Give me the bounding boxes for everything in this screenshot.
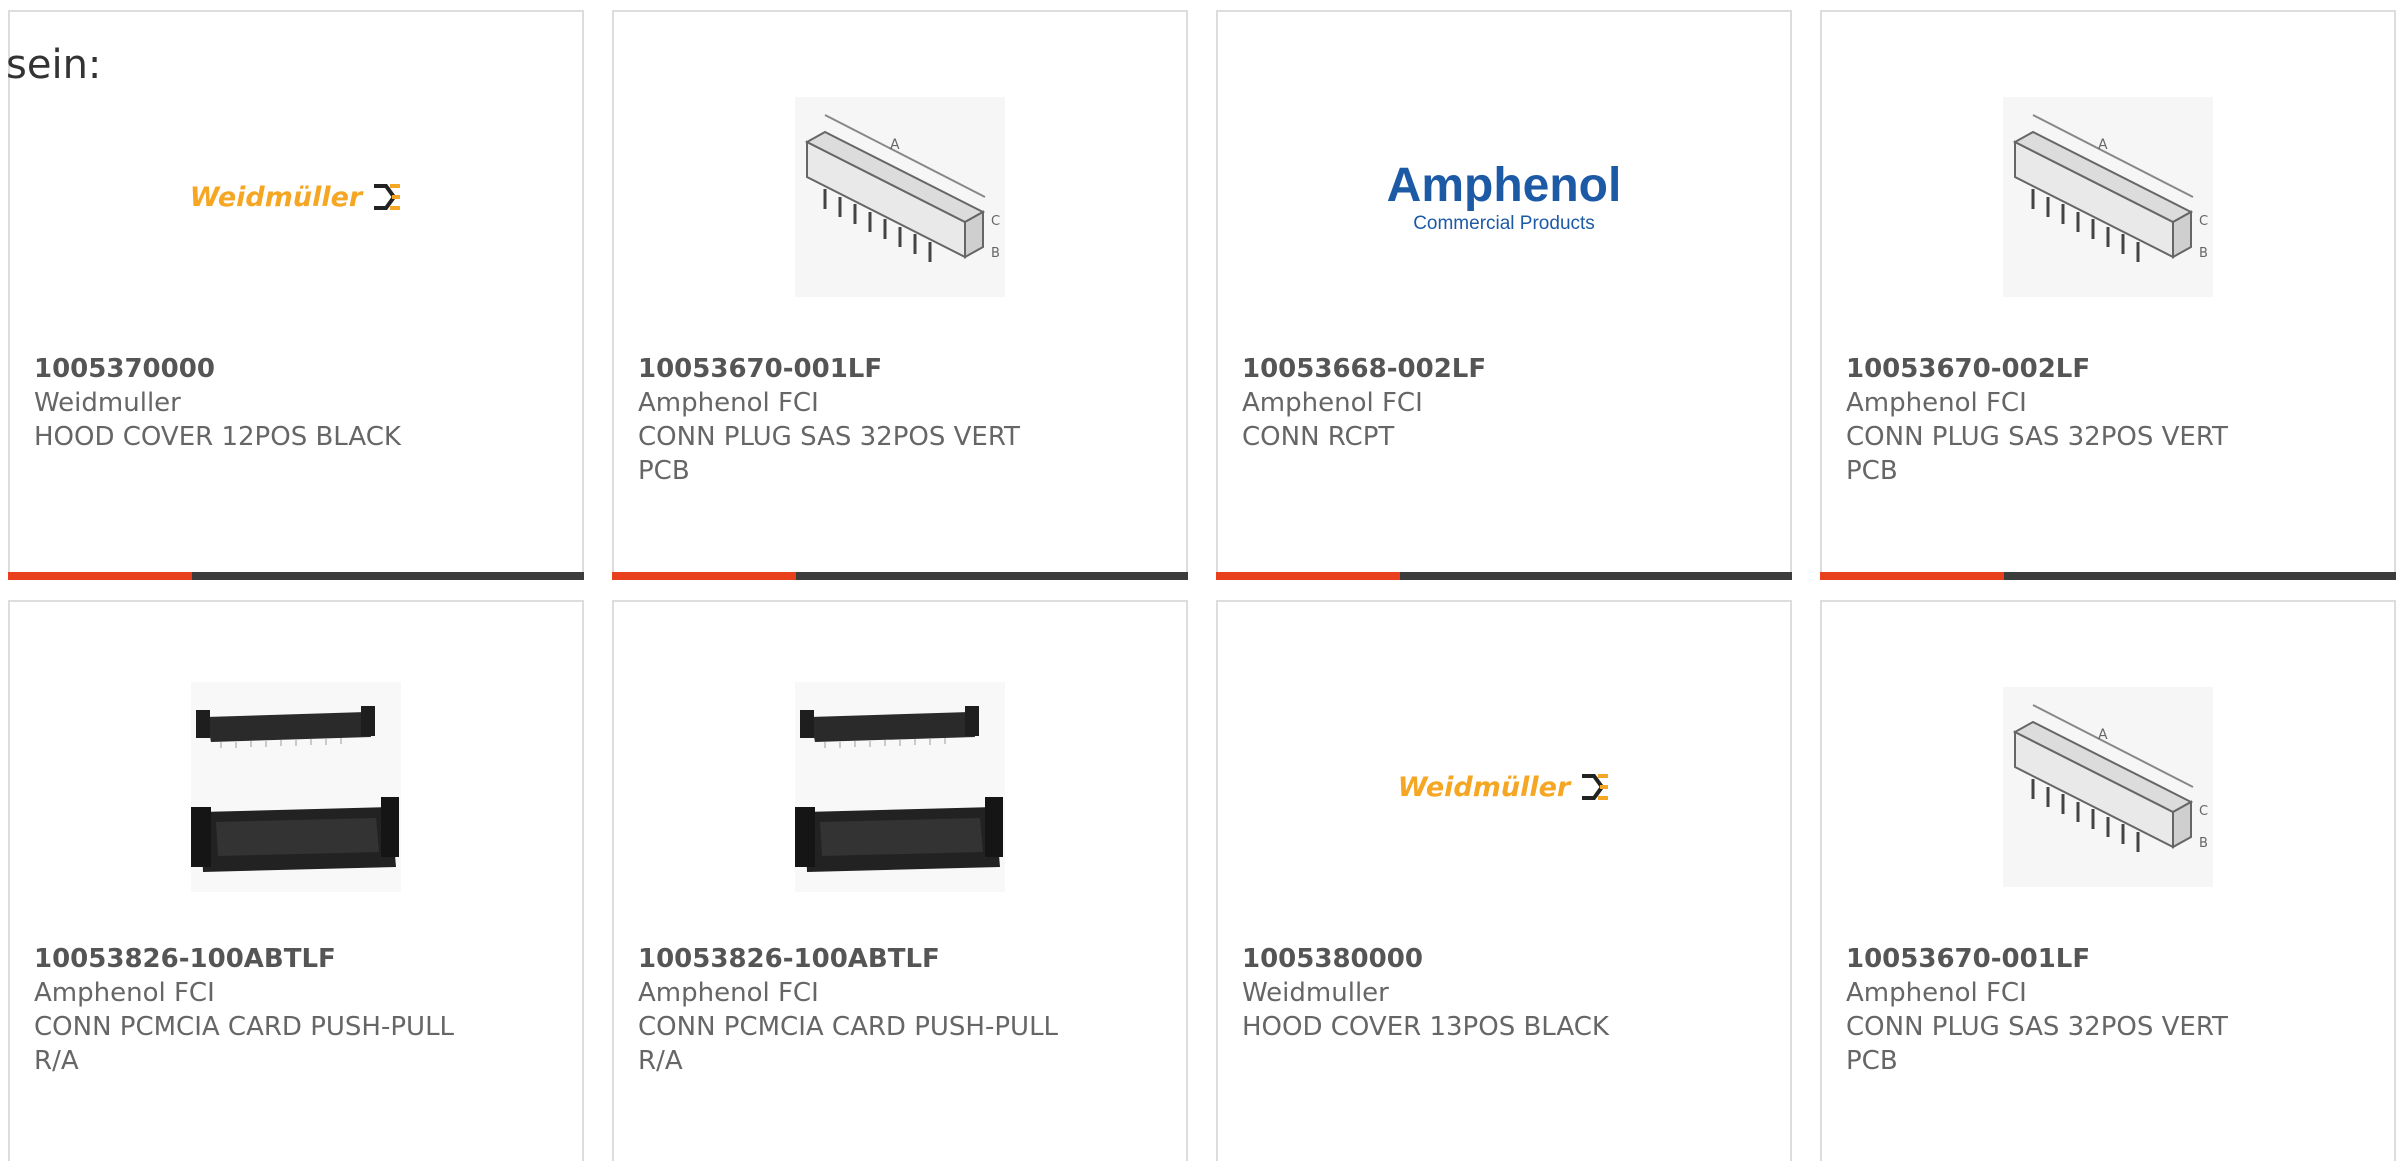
part-number[interactable]: 1005380000 [1242,942,1682,976]
product-image: A C B [1822,92,2394,302]
weidmuller-mark-icon [374,184,401,210]
manufacturer: Amphenol FCI [1846,388,2027,418]
amphenol-logo: Amphenol Commercial Products [1386,158,1622,234]
product-card[interactable]: 10053826-100ABTLF Amphenol FCI CONN PCMC… [8,600,584,1161]
product-image [614,682,1186,892]
product-card[interactable]: Weidmüller 1005370000 Weidmuller HOOD CO… [8,10,584,580]
pcmcia-connector-photo-icon [795,682,1005,892]
card-bar [1216,572,1792,580]
manufacturer: Weidmuller [34,388,181,418]
part-number[interactable]: 10053670-002LF [1846,352,2286,386]
description: CONN PLUG SAS 32POS VERT PCB [638,422,1020,486]
manufacturer: Weidmuller [1242,978,1389,1008]
part-number[interactable]: 1005370000 [34,352,474,386]
description: CONN PLUG SAS 32POS VERT PCB [1846,1012,2228,1076]
weidmuller-logo: Weidmüller [1398,772,1610,803]
product-grid-page: sein: Weidmüller 1005370000 Weidmuller H… [0,0,2400,1161]
card-bar [8,572,584,580]
description: HOOD COVER 13POS BLACK [1242,1012,1609,1042]
card-bar-accent [8,572,192,580]
svg-text:A: A [2098,727,2108,743]
manufacturer: Amphenol FCI [1242,388,1423,418]
svg-text:B: B [2199,246,2208,261]
part-number[interactable]: 10053826-100ABTLF [34,942,474,976]
product-info: 10053826-100ABTLF Amphenol FCI CONN PCMC… [34,942,474,1078]
sas-connector-drawing-icon: A C B [2003,97,2213,297]
description: CONN PCMCIA CARD PUSH-PULL R/A [34,1012,455,1076]
product-info: 10053670-001LF Amphenol FCI CONN PLUG SA… [638,352,1078,488]
card-bar-accent [612,572,796,580]
svg-text:B: B [991,246,1000,261]
weidmuller-logo-text: Weidmüller [189,181,363,213]
product-info: 1005380000 Weidmuller HOOD COVER 13POS B… [1242,942,1682,1044]
part-number[interactable]: 10053668-002LF [1242,352,1682,386]
amphenol-logo-subtext: Commercial Products [1413,212,1595,234]
weidmuller-mark-icon [1582,774,1609,800]
product-image: A C B [1822,682,2394,892]
svg-text:C: C [2199,214,2208,229]
weidmuller-logo-text: Weidmüller [1397,771,1571,803]
svg-text:A: A [2098,137,2108,153]
product-image [10,682,582,892]
svg-text:B: B [2199,836,2208,851]
product-info: 1005370000 Weidmuller HOOD COVER 12POS B… [34,352,474,454]
product-card[interactable]: A C B 10053670-002LF Amphenol FCI CONN P… [1820,10,2396,580]
sas-connector-drawing-icon: A C B [795,97,1005,297]
product-info: 10053668-002LF Amphenol FCI CONN RCPT [1242,352,1682,454]
card-bar [612,572,1188,580]
svg-text:A: A [890,137,900,153]
product-image: Amphenol Commercial Products [1218,92,1790,302]
svg-text:C: C [2199,804,2208,819]
product-image: A C B [614,92,1186,302]
description: HOOD COVER 12POS BLACK [34,422,401,452]
product-card[interactable]: A C B 10053670-001LF Amphenol FCI CONN P… [1820,600,2396,1161]
weidmuller-logo: Weidmüller [190,182,402,213]
card-bar-accent [1820,572,2004,580]
card-bar [1820,572,2396,580]
product-info: 10053826-100ABTLF Amphenol FCI CONN PCMC… [638,942,1078,1078]
description: CONN PCMCIA CARD PUSH-PULL R/A [638,1012,1059,1076]
part-number[interactable]: 10053826-100ABTLF [638,942,1078,976]
product-image: Weidmüller [1218,682,1790,892]
manufacturer: Amphenol FCI [638,978,819,1008]
manufacturer: Amphenol FCI [1846,978,2027,1008]
product-card[interactable]: A C B 10053670-001LF Amphenol FCI CONN P… [612,10,1188,580]
product-card[interactable]: Weidmüller 1005380000 Weidmuller HOOD CO… [1216,600,1792,1161]
part-number[interactable]: 10053670-001LF [1846,942,2286,976]
product-card[interactable]: 10053826-100ABTLF Amphenol FCI CONN PCMC… [612,600,1188,1161]
description: CONN PLUG SAS 32POS VERT PCB [1846,422,2228,486]
card-bar-accent [1216,572,1400,580]
pcmcia-connector-photo-icon [191,682,401,892]
manufacturer: Amphenol FCI [638,388,819,418]
product-image: Weidmüller [10,92,582,302]
product-info: 10053670-001LF Amphenol FCI CONN PLUG SA… [1846,942,2286,1078]
part-number[interactable]: 10053670-001LF [638,352,1078,386]
product-card[interactable]: Amphenol Commercial Products 10053668-00… [1216,10,1792,580]
product-info: 10053670-002LF Amphenol FCI CONN PLUG SA… [1846,352,2286,488]
amphenol-logo-text: Amphenol [1386,158,1622,212]
svg-text:C: C [991,214,1000,229]
manufacturer: Amphenol FCI [34,978,215,1008]
sas-connector-drawing-icon: A C B [2003,687,2213,887]
lead-text: sein: [6,42,102,88]
description: CONN RCPT [1242,422,1395,452]
